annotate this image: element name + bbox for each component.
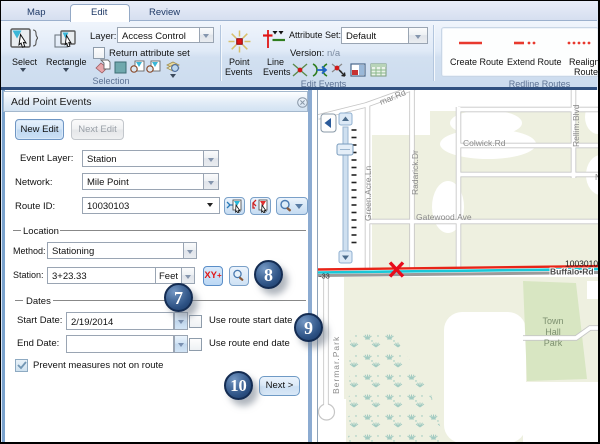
svg-text:Bermar.Park: Bermar.Park	[331, 336, 341, 394]
svg-text:Green.Acre.Ln: Green.Acre.Ln	[363, 165, 373, 221]
svg-text:Park: Park	[544, 338, 563, 348]
svg-text:N: N	[595, 172, 599, 182]
svg-text:Town: Town	[542, 316, 563, 326]
svg-text:Radarick.Dr: Radarick.Dr	[410, 150, 420, 195]
svg-text:-33: -33	[319, 272, 330, 281]
svg-text:Rellim.Blvd: Rellim.Blvd	[571, 104, 581, 147]
svg-text:Hall: Hall	[545, 327, 561, 337]
svg-text:mar.Rd: mar.Rd	[378, 90, 407, 107]
svg-text:Colwick.Rd: Colwick.Rd	[463, 138, 506, 148]
svg-text:Gatewood.Ave: Gatewood.Ave	[416, 212, 472, 222]
svg-text:Buffalo•Rd: Buffalo•Rd	[550, 267, 594, 277]
